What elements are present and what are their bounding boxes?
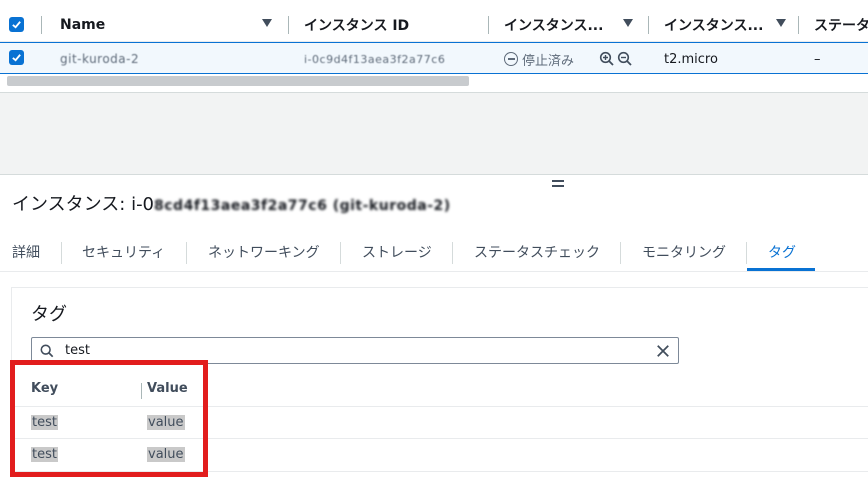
tab-storage[interactable]: ストレージ: [362, 232, 432, 272]
column-header-name[interactable]: Name: [60, 8, 260, 42]
split-panel-gap: [0, 92, 868, 175]
instance-state-label: 停止済み: [522, 53, 575, 69]
column-divider[interactable]: [648, 16, 649, 34]
tags-heading: タグ: [31, 304, 67, 325]
column-divider[interactable]: [798, 16, 799, 34]
column-divider[interactable]: [41, 16, 42, 34]
checkbox-checked-icon: [12, 21, 21, 29]
column-header-status-check[interactable]: ステータ: [814, 8, 868, 42]
sort-caret-icon[interactable]: [623, 19, 633, 27]
tab-tags[interactable]: タグ: [768, 232, 796, 272]
instance-state: 停止済み: [504, 43, 574, 75]
column-divider[interactable]: [488, 16, 489, 34]
instance-type: t2.micro: [664, 51, 718, 67]
drag-handle-icon[interactable]: [552, 180, 564, 188]
tab-divider: [620, 242, 621, 264]
instances-table: Name インスタンス ID インスタンス... インスタンス... ステータ …: [0, 0, 868, 92]
details-title-redacted: 8cd4f13aea3f2a77c6 (git-kuroda-2): [154, 198, 451, 214]
zoom-in-icon[interactable]: [599, 51, 615, 67]
zoom-out-icon[interactable]: [617, 51, 633, 67]
tab-divider: [746, 242, 747, 264]
search-value: test: [65, 343, 90, 358]
details-tabs: 詳細 セキュリティ ネットワーキング ストレージ ステータスチェック モニタリン…: [0, 232, 868, 272]
row-checkbox[interactable]: [9, 50, 24, 65]
zoom-controls: [599, 43, 633, 75]
tab-divider: [61, 242, 62, 264]
stopped-status-icon: [504, 52, 518, 66]
clear-icon[interactable]: [656, 344, 670, 358]
column-header-instance-type[interactable]: インスタンス...: [664, 8, 768, 42]
status-check: –: [814, 51, 821, 67]
tab-details[interactable]: 詳細: [12, 232, 40, 272]
instance-name[interactable]: git-kuroda-2: [60, 43, 139, 75]
tab-divider: [452, 242, 453, 264]
table-row[interactable]: git-kuroda-2 i-0c9d4f13aea3f2a77c6 停止済み …: [0, 42, 868, 74]
tab-divider: [186, 242, 187, 264]
highlight-annotation-box: [10, 360, 208, 477]
column-header-instance-id[interactable]: インスタンス ID: [304, 8, 484, 42]
table-header: Name インスタンス ID インスタンス... インスタンス... ステータ: [0, 8, 868, 42]
instance-id-link[interactable]: i-0c9d4f13aea3f2a77c6: [304, 43, 466, 75]
select-all-checkbox[interactable]: [9, 17, 24, 32]
horizontal-scrollbar[interactable]: [7, 76, 469, 86]
column-header-instance-state[interactable]: インスタンス...: [504, 8, 608, 42]
active-tab-indicator: [747, 268, 815, 271]
tab-status-checks[interactable]: ステータスチェック: [474, 232, 600, 272]
checkbox-checked-icon: [12, 54, 21, 62]
sort-caret-icon[interactable]: [776, 19, 786, 27]
search-icon: [40, 344, 54, 358]
details-title-prefix: インスタンス: i-0: [12, 194, 155, 215]
details-title: インスタンス: i-08cd4f13aea3f2a77c6 (git-kurod…: [12, 190, 451, 216]
tab-security[interactable]: セキュリティ: [82, 232, 165, 272]
column-divider[interactable]: [288, 16, 289, 34]
tab-divider: [340, 242, 341, 264]
tab-monitoring[interactable]: モニタリング: [642, 232, 726, 272]
sort-caret-icon[interactable]: [262, 19, 272, 27]
tab-networking[interactable]: ネットワーキング: [208, 232, 320, 272]
